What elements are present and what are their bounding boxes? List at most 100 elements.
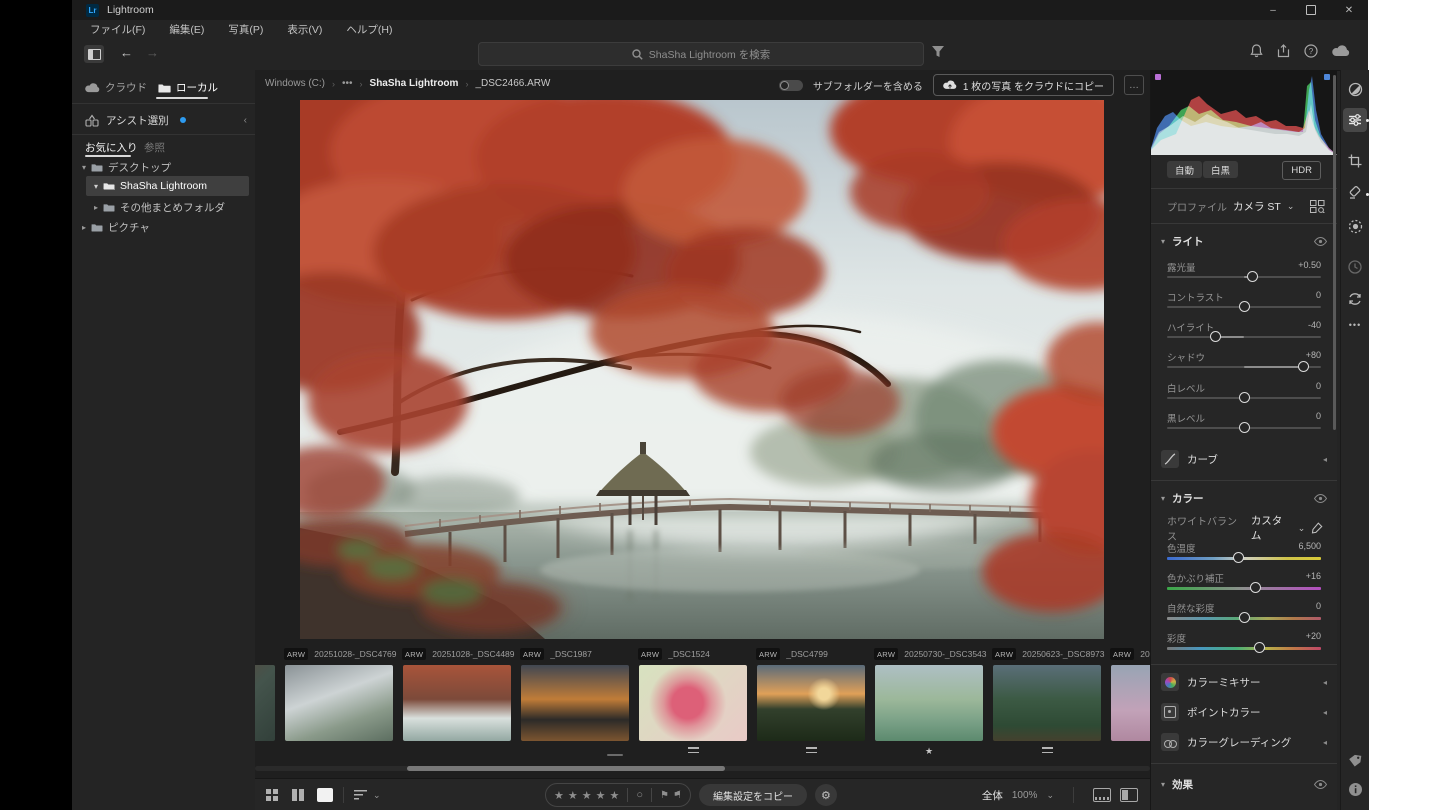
expand-arrow-icon[interactable]: ◂: [1323, 738, 1327, 747]
sort-chevron-icon[interactable]: ⌄: [373, 790, 381, 801]
sidebar-collapse-icon[interactable]: ‹: [244, 115, 247, 126]
copy-to-cloud-button[interactable]: 1 枚の写真 をクラウドにコピー: [933, 74, 1114, 96]
tree-open-icon[interactable]: ▾: [82, 163, 86, 172]
thumbnail-partial-right[interactable]: [1111, 665, 1150, 741]
pick-flag-icon[interactable]: ⚑: [660, 790, 669, 801]
filmstrip-cell[interactable]: ARW20251028-_DSC4769: [280, 645, 398, 760]
zoom-level-value[interactable]: 100%: [1012, 790, 1038, 801]
close-button[interactable]: ✕: [1330, 0, 1368, 20]
back-button[interactable]: ←: [120, 45, 133, 60]
light-section-header[interactable]: ▾ ライト: [1161, 234, 1327, 249]
presets-icon[interactable]: [1341, 82, 1369, 97]
thumbnail-autumn-stream[interactable]: [403, 665, 511, 741]
expand-arrow-icon[interactable]: ◂: [1323, 678, 1327, 687]
hdr-button[interactable]: HDR: [1282, 161, 1321, 180]
star-rating-4[interactable]: ★: [596, 789, 606, 802]
notifications-bell-icon[interactable]: [1250, 44, 1263, 58]
reject-flag-icon[interactable]: ⚑: [673, 790, 682, 801]
sidebar-toggle-button[interactable]: [84, 45, 104, 63]
slider-thumb[interactable]: [1239, 422, 1250, 433]
copy-edit-settings-button[interactable]: 編集設定をコピー: [699, 784, 807, 806]
profile-browser-icon[interactable]: [1310, 200, 1325, 213]
filmstrip-cell[interactable]: ARW20250730-_DSC3543 ★: [870, 645, 988, 760]
star-rating-5[interactable]: ★: [610, 789, 620, 802]
slider-thumb[interactable]: [1239, 392, 1250, 403]
compare-view-button[interactable]: [291, 788, 307, 802]
share-icon[interactable]: [1277, 44, 1290, 58]
profile-chevron-icon[interactable]: ⌄: [1287, 201, 1295, 212]
tab-cloud[interactable]: クラウド: [85, 80, 147, 95]
profile-value[interactable]: カメラ ST: [1233, 199, 1281, 214]
breadcrumb-file[interactable]: _DSC2466.ARW: [475, 78, 550, 89]
edit-panel-scrollbar[interactable]: [1333, 75, 1336, 430]
more-tools-icon[interactable]: •••: [1341, 320, 1369, 330]
color-section-header[interactable]: ▾ カラー: [1161, 491, 1327, 506]
filmstrip-cell[interactable]: ARW20251028-_DSC4489: [398, 645, 516, 760]
bw-button[interactable]: 白黒: [1203, 161, 1238, 178]
tree-item-shasha-lightroom[interactable]: ▾ ShaSha Lightroom: [94, 177, 207, 195]
before-after-icon[interactable]: [1120, 788, 1138, 802]
tree-closed-icon[interactable]: ▸: [82, 223, 86, 232]
keywords-tag-icon[interactable]: [1341, 754, 1369, 768]
no-rating-circle-icon[interactable]: ○: [636, 789, 643, 801]
help-icon[interactable]: ?: [1304, 44, 1318, 58]
slider-thumb[interactable]: [1250, 582, 1261, 593]
detail-view-button[interactable]: [317, 788, 333, 802]
subtab-favorites[interactable]: お気に入り: [85, 140, 138, 155]
breadcrumb-folder[interactable]: ShaSha Lightroom: [370, 78, 459, 89]
slider-thumb[interactable]: [1254, 642, 1265, 653]
eyedropper-icon[interactable]: [1311, 522, 1323, 534]
thumbnail-lakes-aerial[interactable]: [875, 665, 983, 741]
tree-item-other-folder[interactable]: ▸ その他まとめフォルダ: [94, 198, 225, 216]
assist-culling-row[interactable]: アシスト選別 ‹: [85, 110, 247, 130]
settings-gear-button[interactable]: ⚙: [815, 784, 837, 806]
sort-icon[interactable]: [354, 790, 367, 800]
menu-edit[interactable]: 編集(E): [169, 22, 204, 37]
info-icon[interactable]: [1341, 782, 1369, 797]
filmstrip-resize-handle[interactable]: [607, 754, 623, 756]
effects-section-header[interactable]: ▾ 効果: [1161, 777, 1327, 792]
expand-arrow-icon[interactable]: ◂: [1323, 455, 1327, 464]
slider-thumb[interactable]: [1298, 361, 1309, 372]
color-mixer-row[interactable]: カラーミキサー ◂: [1161, 671, 1327, 693]
breadcrumb-drive[interactable]: Windows (C:): [265, 78, 325, 89]
filmstrip-cell[interactable]: ARW_DSC1524: [634, 645, 752, 760]
expand-arrow-icon[interactable]: ◂: [1323, 708, 1327, 717]
white-balance-value[interactable]: カスタム: [1251, 513, 1292, 543]
menu-photo[interactable]: 写真(P): [228, 22, 263, 37]
versions-history-icon[interactable]: [1341, 260, 1369, 274]
section-chevron-icon[interactable]: ▾: [1161, 780, 1165, 789]
tab-local[interactable]: ローカル: [158, 80, 218, 95]
slider-thumb[interactable]: [1247, 271, 1258, 282]
eye-icon[interactable]: [1314, 780, 1327, 789]
grid-view-button[interactable]: [265, 788, 281, 802]
shadow-clipping-indicator[interactable]: [1155, 74, 1161, 80]
slider-thumb[interactable]: [1233, 552, 1244, 563]
tree-closed-icon[interactable]: ▸: [94, 203, 98, 212]
slider-thumb[interactable]: [1239, 301, 1250, 312]
filter-button[interactable]: [932, 46, 944, 57]
histogram[interactable]: [1151, 70, 1337, 155]
slider-track[interactable]: [1167, 557, 1321, 560]
eye-icon[interactable]: [1314, 237, 1327, 246]
thumbnail-green-forest[interactable]: [993, 665, 1101, 741]
search-input[interactable]: ShaSha Lightroom を検索: [478, 42, 924, 66]
subtab-browse[interactable]: 参照: [144, 140, 165, 155]
curve-row[interactable]: カーブ ◂: [1161, 448, 1327, 470]
thumbnail-sunset-forest[interactable]: [757, 665, 865, 741]
menu-view[interactable]: 表示(V): [287, 22, 322, 37]
minimize-button[interactable]: –: [1254, 0, 1292, 20]
eye-icon[interactable]: [1314, 494, 1327, 503]
thumbnail-misty-mountain[interactable]: [285, 665, 393, 741]
star-rating-3[interactable]: ★: [582, 789, 592, 802]
thumbnail-spider-lily[interactable]: [639, 665, 747, 741]
filmstrip-cell[interactable]: ARW20250623-_DSC8973: [988, 645, 1106, 760]
thumbnail-partial-left[interactable]: [255, 665, 275, 741]
filmstrip-scrollbar-thumb[interactable]: [407, 766, 725, 771]
auto-button[interactable]: 自動: [1167, 161, 1202, 178]
zoom-chevron-icon[interactable]: ⌄: [1046, 790, 1054, 801]
filmstrip-cell[interactable]: ARW_DSC1987: [516, 645, 634, 760]
star-rating-1[interactable]: ★: [554, 789, 564, 802]
sync-icon[interactable]: [1341, 292, 1369, 306]
filmstrip-cell[interactable]: [255, 645, 280, 760]
